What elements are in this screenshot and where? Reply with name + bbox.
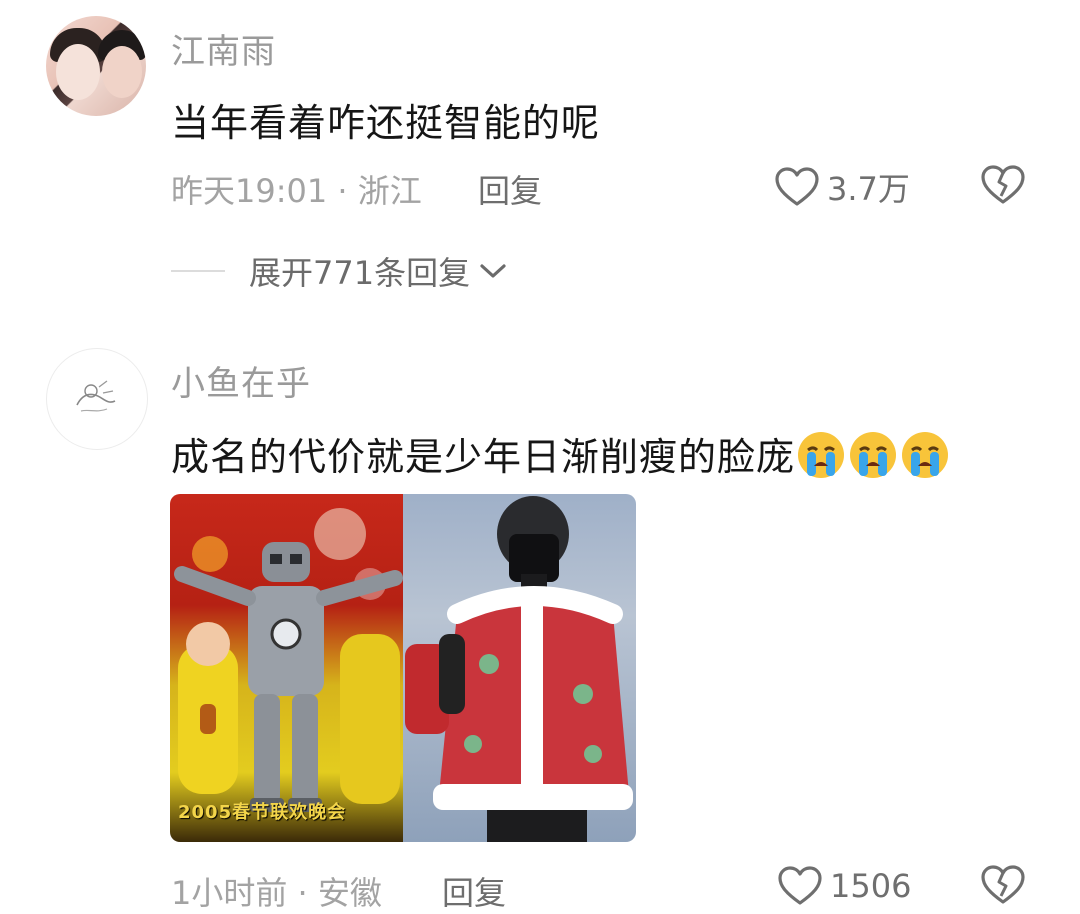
username[interactable]: 江南雨: [171, 24, 276, 73]
comment-meta: 1小时前 · 安徽: [171, 874, 382, 912]
user-avatar[interactable]: [46, 348, 148, 450]
robot-figure-image: [174, 508, 403, 812]
like-count: 1506: [830, 867, 912, 905]
comment-image-grid[interactable]: 2005春节联欢晚会: [170, 494, 636, 842]
like-count: 3.7万: [827, 170, 910, 208]
broken-heart-icon[interactable]: [980, 164, 1026, 206]
chevron-down-icon: [480, 264, 506, 278]
comment-image[interactable]: [403, 494, 636, 842]
heart-outline-icon: [775, 167, 819, 206]
comment-meta: 昨天19:01 · 浙江: [171, 172, 422, 210]
sketch-avatar-icon: [76, 380, 116, 412]
like-button[interactable]: 1506: [778, 866, 911, 906]
comment-image[interactable]: 2005春节联欢晚会: [170, 494, 403, 842]
username[interactable]: 小鱼在乎: [171, 356, 311, 405]
image-caption: 2005春节联欢晚会: [178, 802, 347, 823]
comment-text: 成名的代价就是少年日渐削瘦的脸庞: [171, 426, 951, 481]
comment-item: 江南雨 当年看着咋还挺智能的呢 昨天19:01 · 浙江 回复 3.7万 展开7…: [0, 0, 1080, 320]
expand-replies-label: 展开771条回复: [249, 254, 471, 292]
like-button[interactable]: 3.7万: [775, 164, 910, 210]
broken-heart-icon[interactable]: [980, 864, 1026, 906]
comment-text: 当年看着咋还挺智能的呢: [171, 101, 601, 145]
robot-costume-image: [405, 496, 633, 842]
user-avatar[interactable]: [46, 16, 146, 116]
loudly-crying-face-icon: [798, 432, 845, 478]
heart-outline-icon: [778, 866, 822, 905]
comment-text-body: 成名的代价就是少年日渐削瘦的脸庞: [171, 435, 796, 479]
divider-line: [171, 270, 225, 272]
loudly-crying-face-icon: [902, 432, 949, 478]
loudly-crying-face-icon: [850, 432, 897, 478]
expand-replies-button[interactable]: 展开771条回复: [171, 248, 508, 294]
reply-button[interactable]: 回复: [478, 166, 542, 212]
reply-button[interactable]: 回复: [442, 868, 506, 914]
